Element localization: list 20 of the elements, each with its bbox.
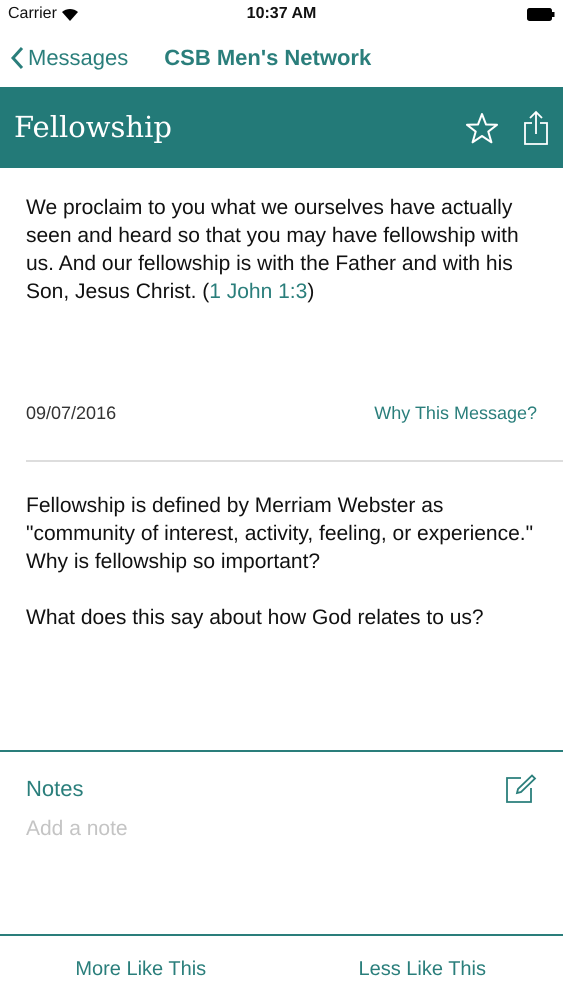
feedback-button[interactable]: Less Like This: [282, 936, 563, 1000]
share-button[interactable]: [523, 110, 549, 146]
screen-title: CSB Men's Network: [164, 44, 372, 72]
reference-link[interactable]: 1 John 1:3: [209, 280, 308, 303]
back-button[interactable]: Messages: [10, 41, 128, 74]
body-paragraph: Fellowship is defined by Merriam Webster as "community of interest, activity, feeling, or experience." Why is fellowship so important?: [26, 493, 534, 575]
verse-text: We proclaim to you what we ourselves have actually seen and heard so that you may have fellowship with us. And our fellowship is with the Father and with his Son, Jesus Christ. (1 John 1:3): [26, 195, 520, 305]
battery-icon: [527, 8, 555, 20]
carrier-name: Carrier: [8, 4, 57, 24]
clock-time: 10:37 AM: [246, 4, 316, 24]
body-paragraph: What does this say about how God relates to us?: [26, 605, 485, 631]
notes-label: Notes: [26, 775, 84, 803]
favorite-button[interactable]: [465, 112, 499, 144]
back-chevron-icon: [10, 46, 24, 70]
message-date: 09/07/2016: [26, 402, 116, 425]
feedback-button[interactable]: More Like This: [0, 936, 282, 1000]
why-this-message-link[interactable]: Why This Message?: [374, 400, 537, 427]
message-title: Fellowship: [14, 108, 173, 146]
wifi-icon: [60, 8, 79, 20]
edit-icon[interactable]: [505, 774, 537, 804]
